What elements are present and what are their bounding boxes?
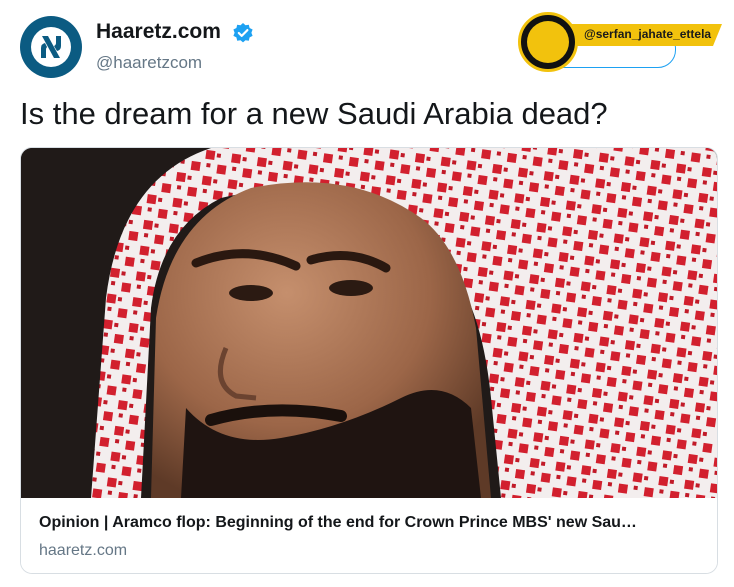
user-handle[interactable]: @haaretzcom xyxy=(96,53,202,73)
avatar[interactable] xyxy=(20,16,82,78)
tweet-text: Is the dream for a new Saudi Arabia dead… xyxy=(20,96,608,131)
article-photo[interactable] xyxy=(21,148,717,498)
verified-badge-icon xyxy=(232,22,254,44)
card-domain: haaretz.com xyxy=(39,542,128,559)
card-title[interactable]: Opinion | Aramco flop: Beginning of the … xyxy=(39,514,701,532)
haaretz-logo-icon xyxy=(31,27,71,67)
ettela-logo-icon xyxy=(518,12,578,72)
watermark-handle: @serfan_jahate_ettela xyxy=(584,27,712,41)
card-caption[interactable]: Opinion | Aramco flop: Beginning of the … xyxy=(21,498,717,573)
display-name[interactable]: Haaretz.com xyxy=(96,20,221,44)
link-card[interactable]: Opinion | Aramco flop: Beginning of the … xyxy=(20,147,718,574)
tweet: Haaretz.com @haaretzcom @serfan_jahate_e… xyxy=(0,0,734,587)
